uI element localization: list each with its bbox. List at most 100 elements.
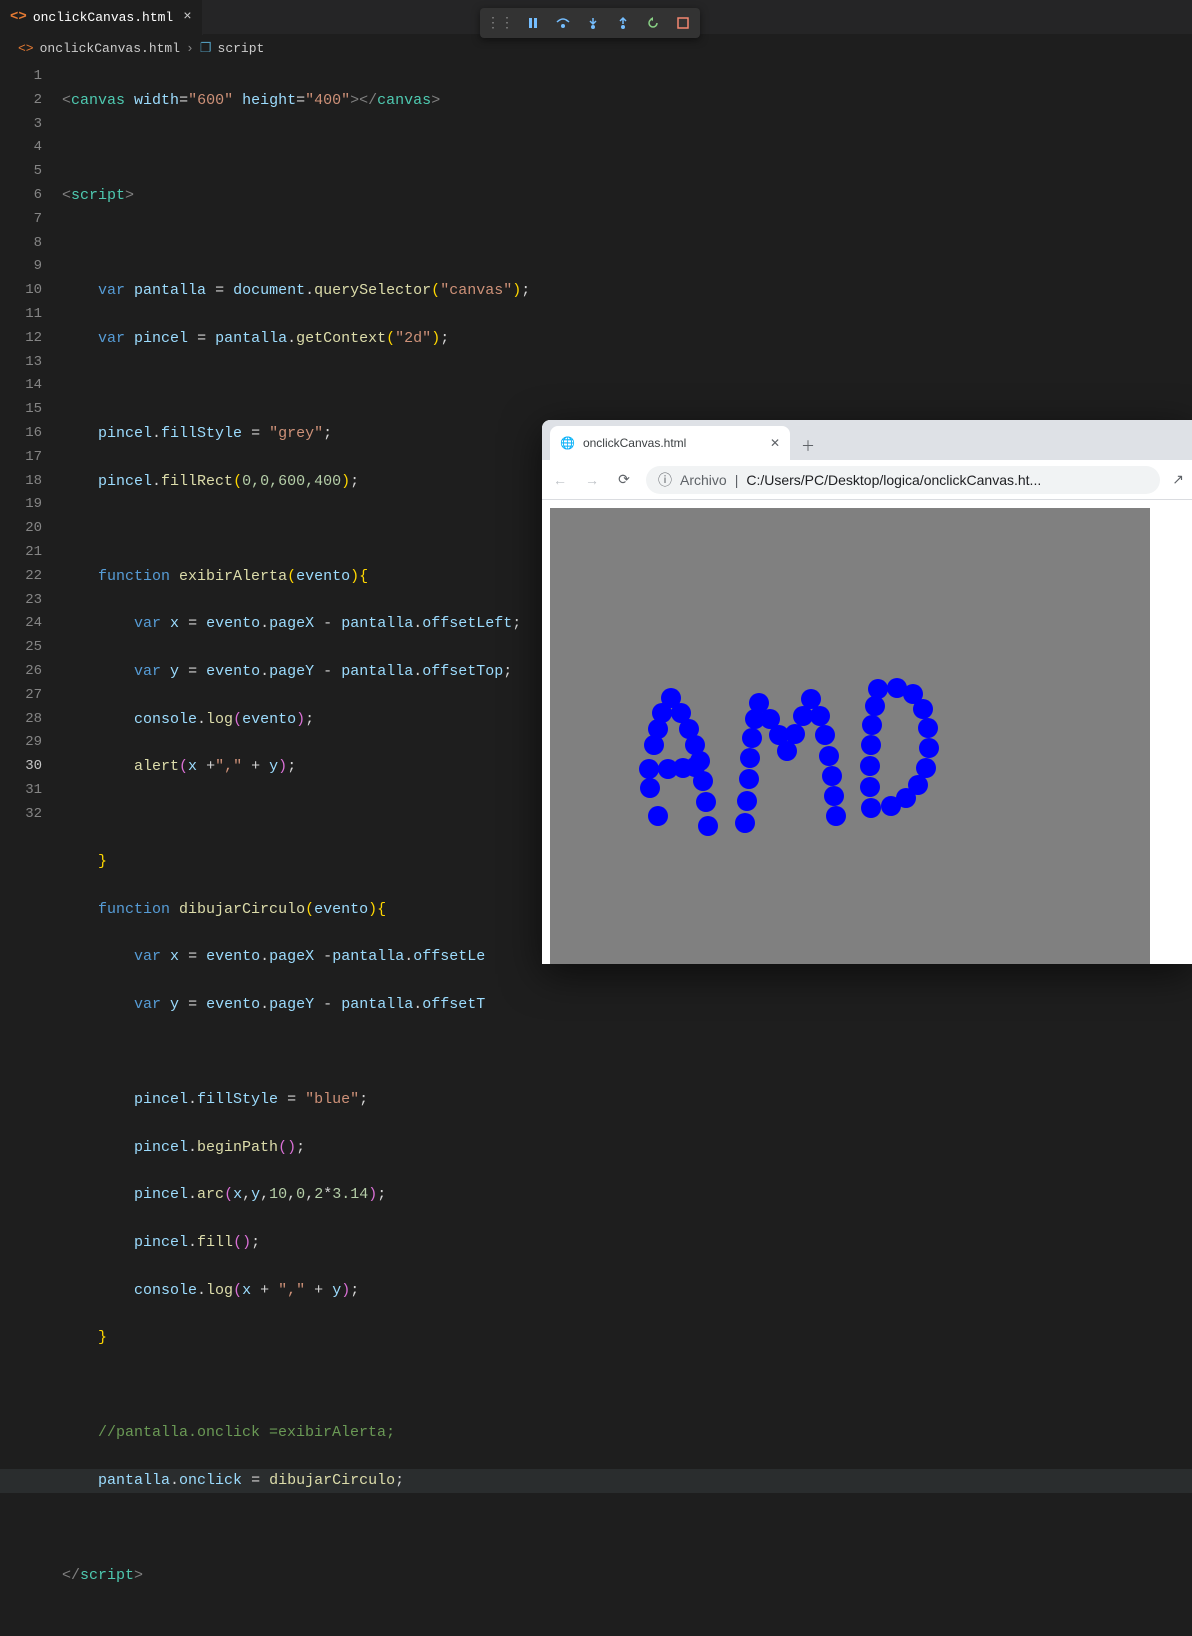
line-number: 18	[0, 470, 42, 494]
canvas-element[interactable]	[550, 508, 1150, 964]
line-number: 32	[0, 803, 42, 827]
painted-dot	[824, 786, 844, 806]
painted-dot	[639, 759, 659, 779]
restart-button[interactable]	[642, 12, 664, 34]
painted-dot	[868, 679, 888, 699]
line-number: 16	[0, 422, 42, 446]
line-number: 27	[0, 684, 42, 708]
pause-button[interactable]	[522, 12, 544, 34]
line-number: 1	[0, 65, 42, 89]
html-file-icon: <>	[10, 9, 27, 25]
new-tab-button[interactable]: ＋	[794, 432, 822, 460]
drag-grip-icon[interactable]: ⋮⋮	[486, 15, 514, 32]
symbol-icon: ❐	[200, 41, 212, 56]
breadcrumb[interactable]: <> onclickCanvas.html › ❐ script	[0, 35, 1192, 61]
url-separator: |	[735, 472, 739, 488]
line-number: 23	[0, 589, 42, 613]
painted-dot	[913, 699, 933, 719]
painted-dot	[739, 769, 759, 789]
info-icon: ⓘ	[658, 470, 672, 490]
browser-tab-strip: 🌐 onclickCanvas.html ✕ ＋	[542, 420, 1192, 460]
address-bar[interactable]: ⓘ Archivo | C:/Users/PC/Desktop/logica/o…	[646, 466, 1160, 494]
painted-dot	[737, 791, 757, 811]
painted-dot	[810, 706, 830, 726]
painted-dot	[918, 718, 938, 738]
line-number: 2	[0, 89, 42, 113]
line-number: 28	[0, 708, 42, 732]
painted-dot	[685, 757, 705, 777]
line-number: 30	[0, 755, 42, 779]
url-scheme-label: Archivo	[680, 472, 727, 488]
line-number: 6	[0, 184, 42, 208]
painted-dot	[640, 778, 660, 798]
browser-content	[542, 500, 1192, 964]
line-number: 20	[0, 517, 42, 541]
line-number: 25	[0, 636, 42, 660]
painted-dot	[822, 766, 842, 786]
line-number: 5	[0, 160, 42, 184]
line-number: 12	[0, 327, 42, 351]
forward-button[interactable]: →	[582, 472, 602, 488]
line-number: 10	[0, 279, 42, 303]
line-number: 7	[0, 208, 42, 232]
painted-dot	[785, 724, 805, 744]
stop-button[interactable]	[672, 12, 694, 34]
share-icon[interactable]: ↗	[1172, 471, 1184, 488]
line-number: 19	[0, 493, 42, 517]
line-number: 22	[0, 565, 42, 589]
painted-dot	[919, 738, 939, 758]
painted-dot	[860, 777, 880, 797]
painted-dot	[735, 813, 755, 833]
browser-window[interactable]: 🌐 onclickCanvas.html ✕ ＋ ← → ⟳ ⓘ Archivo…	[542, 420, 1192, 964]
painted-dot	[815, 725, 835, 745]
line-number: 15	[0, 398, 42, 422]
painted-dot	[881, 796, 901, 816]
breadcrumb-symbol[interactable]: script	[218, 41, 265, 56]
painted-dot	[865, 696, 885, 716]
close-icon[interactable]: ×	[183, 9, 191, 25]
line-number: 11	[0, 303, 42, 327]
painted-dot	[777, 741, 797, 761]
browser-tab-title: onclickCanvas.html	[583, 436, 686, 450]
painted-dot	[648, 806, 668, 826]
debug-toolbar[interactable]: ⋮⋮	[480, 8, 700, 38]
line-number: 24	[0, 612, 42, 636]
painted-dot	[742, 728, 762, 748]
line-number: 31	[0, 779, 42, 803]
line-number: 8	[0, 232, 42, 256]
browser-toolbar: ← → ⟳ ⓘ Archivo | C:/Users/PC/Desktop/lo…	[542, 460, 1192, 500]
painted-dot	[698, 816, 718, 836]
painted-dot	[860, 756, 880, 776]
painted-dot	[826, 806, 846, 826]
chevron-right-icon: ›	[186, 41, 194, 56]
url-path: C:/Users/PC/Desktop/logica/onclickCanvas…	[746, 472, 1041, 488]
tab-filename: onclickCanvas.html	[33, 10, 173, 25]
globe-icon: 🌐	[560, 436, 575, 450]
breadcrumb-file[interactable]: onclickCanvas.html	[40, 41, 180, 56]
editor-tab[interactable]: <> onclickCanvas.html ×	[0, 0, 203, 35]
step-out-button[interactable]	[612, 12, 634, 34]
painted-dot	[862, 715, 882, 735]
painted-dot	[819, 746, 839, 766]
line-number: 3	[0, 113, 42, 137]
browser-tab[interactable]: 🌐 onclickCanvas.html ✕	[550, 426, 790, 460]
line-number: 21	[0, 541, 42, 565]
close-icon[interactable]: ✕	[770, 436, 780, 450]
line-number: 9	[0, 255, 42, 279]
painted-dot	[861, 798, 881, 818]
html-file-icon: <>	[18, 41, 34, 56]
painted-dot	[696, 792, 716, 812]
painted-dot	[861, 735, 881, 755]
painted-dot	[740, 748, 760, 768]
reload-button[interactable]: ⟳	[614, 471, 634, 488]
line-number: 14	[0, 374, 42, 398]
step-over-button[interactable]	[552, 12, 574, 34]
line-number: 17	[0, 446, 42, 470]
line-number: 29	[0, 731, 42, 755]
line-number: 4	[0, 136, 42, 160]
step-into-button[interactable]	[582, 12, 604, 34]
line-gutter: 1 2 3 4 5 6 7 8 9 10 11 12 13 14 15 16 1…	[0, 61, 62, 964]
back-button[interactable]: ←	[550, 472, 570, 488]
line-number: 26	[0, 660, 42, 684]
line-number: 13	[0, 351, 42, 375]
